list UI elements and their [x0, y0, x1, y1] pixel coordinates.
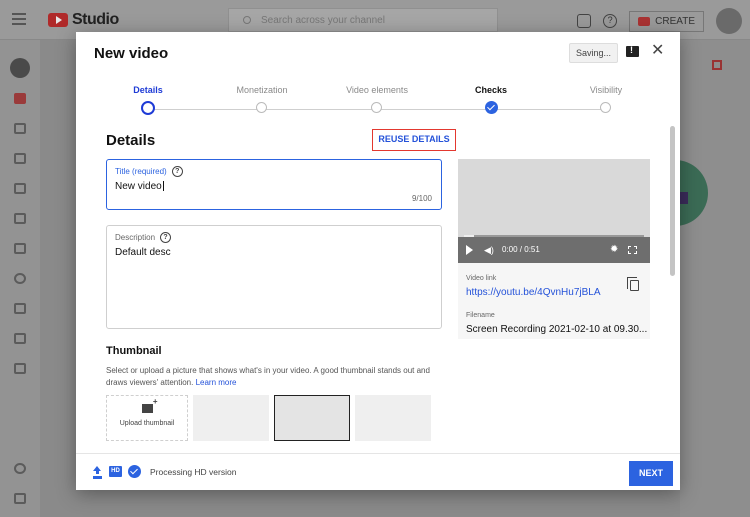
- help-icon[interactable]: ?: [603, 14, 618, 28]
- audio-library-icon[interactable]: [14, 363, 26, 374]
- edit-icon: [712, 60, 722, 70]
- upload-icon: [93, 466, 102, 477]
- thumbnail-title: Thumbnail: [106, 345, 162, 357]
- content-icon[interactable]: [14, 123, 26, 134]
- checks-complete-icon: [128, 465, 141, 478]
- thumbnail-option[interactable]: [355, 395, 431, 441]
- comments-icon[interactable]: [14, 213, 26, 224]
- upload-stepper: Details Monetization Video elements Chec…: [76, 74, 680, 124]
- youtube-logo-icon: [48, 13, 68, 27]
- video-link-label: Video link: [466, 275, 497, 282]
- step-label: Monetization: [236, 85, 288, 95]
- saving-status-badge: Saving...: [569, 43, 619, 63]
- settings-icon[interactable]: [14, 463, 26, 474]
- text-caret: [162, 181, 164, 192]
- channel-avatar[interactable]: [10, 58, 30, 78]
- step-video-elements[interactable]: Video elements: [327, 85, 427, 113]
- thumbnail-description: Select or upload a picture that shows wh…: [106, 365, 446, 389]
- playlists-icon[interactable]: [14, 153, 26, 164]
- learn-more-link[interactable]: Learn more: [196, 378, 237, 387]
- brand-name: Studio: [72, 11, 119, 28]
- help-icon[interactable]: ?: [171, 166, 183, 177]
- title-field-label: Title (required) ?: [115, 166, 183, 177]
- description-value[interactable]: Default desc: [115, 247, 171, 258]
- title-field[interactable]: Title (required) ? New video 9/100: [106, 159, 442, 210]
- play-icon[interactable]: [466, 245, 473, 255]
- close-icon[interactable]: ✕: [651, 43, 664, 59]
- video-time: 0:00 / 0:51: [502, 245, 540, 254]
- scrollbar[interactable]: [670, 126, 675, 276]
- analytics-icon[interactable]: [14, 183, 26, 194]
- monetization-icon[interactable]: [14, 303, 26, 314]
- sidebar: [0, 40, 40, 517]
- thumbnail-option[interactable]: [193, 395, 269, 441]
- video-link[interactable]: https://youtu.be/4QvnHu7jBLA: [466, 287, 601, 298]
- step-check-icon: [485, 101, 498, 114]
- section-title: Details: [106, 132, 156, 149]
- copyright-icon[interactable]: [14, 273, 26, 284]
- filename-value: Screen Recording 2021-02-10 at 09.30...: [466, 324, 648, 335]
- customization-icon[interactable]: [14, 333, 26, 344]
- filename-label: Filename: [466, 312, 495, 319]
- help-icon[interactable]: ?: [160, 232, 172, 243]
- step-dot-icon: [256, 102, 267, 113]
- step-dot-icon: [371, 102, 382, 113]
- gear-icon[interactable]: ✹: [610, 244, 618, 255]
- create-button[interactable]: CREATE: [629, 10, 704, 32]
- processing-status: Processing HD version: [150, 467, 237, 477]
- background-content: [680, 40, 750, 517]
- description-field-label: Description ?: [115, 232, 172, 243]
- add-image-icon: [141, 397, 157, 413]
- step-label: Details: [133, 85, 163, 95]
- search-input[interactable]: Search across your channel: [228, 8, 498, 32]
- upload-thumbnail-label: Upload thumbnail: [119, 420, 175, 427]
- reuse-details-button[interactable]: REUSE DETAILS: [372, 129, 456, 151]
- create-label: CREATE: [655, 15, 695, 27]
- upload-dialog: New video Saving... ✕ Details Monetizati…: [76, 32, 680, 490]
- studio-logo[interactable]: Studio: [48, 11, 119, 29]
- upload-thumbnail-button[interactable]: Upload thumbnail: [106, 395, 188, 441]
- step-dot-icon: [600, 102, 611, 113]
- step-monetization[interactable]: Monetization: [212, 85, 312, 113]
- dialog-header: New video Saving... ✕: [76, 32, 680, 74]
- subtitles-icon[interactable]: [14, 243, 26, 254]
- title-char-count: 9/100: [411, 194, 432, 203]
- create-video-icon: [638, 16, 651, 26]
- hd-icon: HD: [109, 466, 122, 477]
- messages-icon[interactable]: [577, 14, 592, 28]
- search-placeholder: Search across your channel: [261, 14, 385, 26]
- thumbnail-description-text: Select or upload a picture that shows wh…: [106, 366, 430, 387]
- account-avatar[interactable]: [716, 8, 742, 34]
- description-label-text: Description: [115, 233, 156, 242]
- next-button[interactable]: NEXT: [629, 461, 673, 486]
- dialog-footer: HD Processing HD version NEXT: [76, 453, 680, 490]
- thumbnail-options: Upload thumbnail: [106, 395, 431, 441]
- feedback-icon[interactable]: [626, 45, 639, 57]
- dialog-title: New video: [94, 45, 169, 62]
- search-icon: [243, 16, 251, 24]
- title-value-text: New video: [115, 181, 162, 192]
- thumbnail-option-selected[interactable]: [274, 395, 350, 441]
- step-label: Visibility: [589, 85, 623, 95]
- feedback-icon[interactable]: [14, 493, 26, 504]
- step-dot-icon: [141, 101, 155, 115]
- video-preview-card: ◀) 0:00 / 0:51 ✹ Video link https://yout…: [458, 159, 650, 339]
- description-field[interactable]: Description ? Default desc: [106, 225, 442, 329]
- step-label: Video elements: [346, 85, 408, 95]
- title-label-text: Title (required): [115, 167, 167, 176]
- progress-bar[interactable]: [464, 235, 644, 237]
- step-label: Checks: [474, 85, 508, 95]
- dashboard-icon[interactable]: [14, 93, 26, 104]
- step-details[interactable]: Details: [98, 85, 198, 115]
- menu-icon[interactable]: [12, 13, 26, 25]
- fullscreen-icon[interactable]: [628, 246, 637, 254]
- volume-icon[interactable]: ◀): [484, 245, 494, 256]
- title-value[interactable]: New video: [115, 181, 164, 192]
- step-visibility[interactable]: Visibility: [556, 85, 656, 113]
- copy-icon[interactable]: [627, 277, 639, 291]
- step-checks[interactable]: Checks: [441, 85, 541, 114]
